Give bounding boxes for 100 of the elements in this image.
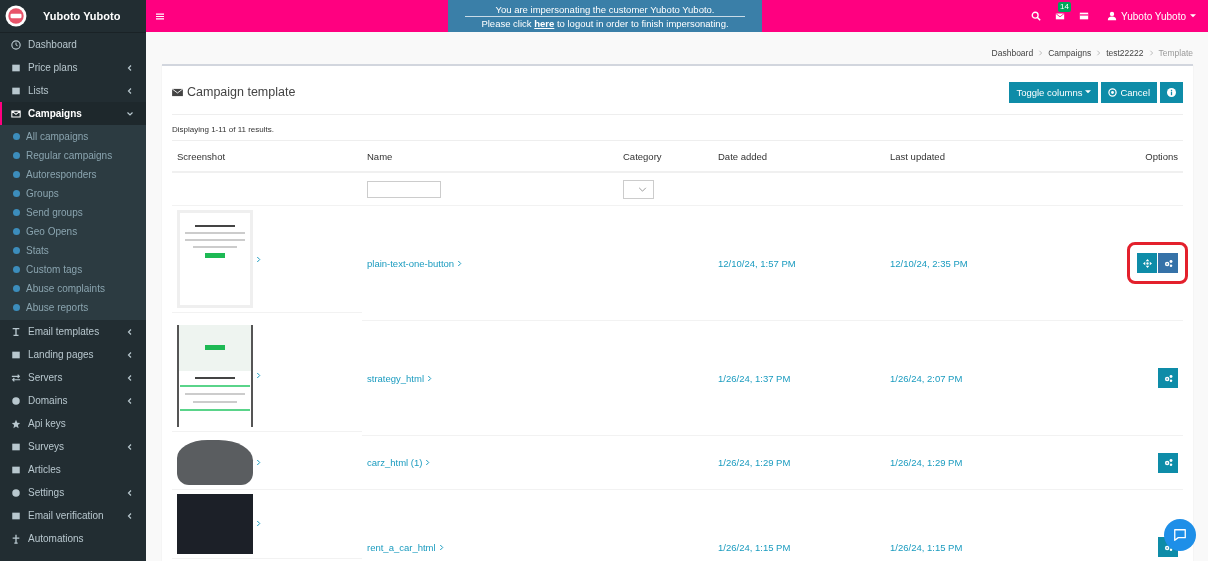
menu-icon[interactable]	[156, 12, 164, 20]
user-menu[interactable]: Yuboto Yuboto	[1107, 10, 1196, 22]
info-button[interactable]	[1160, 81, 1183, 103]
dot-icon	[13, 209, 20, 216]
sidebar-item[interactable]: Settings	[0, 481, 146, 504]
submenu-item[interactable]: Send groups	[0, 203, 146, 222]
template-name-link[interactable]: plain-text-one-button	[367, 257, 455, 269]
template-name-link[interactable]: carz_html (1)	[367, 457, 423, 468]
sidebar-item[interactable]: Landing pages	[0, 343, 146, 366]
sidebar-item[interactable]: Lists	[0, 79, 146, 102]
envelope-icon	[172, 87, 183, 97]
chevron-right-icon	[427, 374, 433, 382]
submenu-item[interactable]: Custom tags	[0, 260, 146, 279]
last-updated: 1/26/24, 1:29 PM	[890, 457, 963, 468]
chevron-right-icon	[1096, 50, 1102, 56]
dashboard-icon	[11, 39, 21, 50]
notification-badge: 14	[1058, 2, 1071, 12]
caret-icon	[1085, 90, 1092, 94]
dot-icon	[13, 228, 20, 235]
breadcrumb-item[interactable]: Dashboard	[991, 48, 1034, 58]
sidebar-item[interactable]: Automations	[0, 527, 146, 550]
breadcrumb-item[interactable]: test22222	[1106, 48, 1144, 58]
settings-button[interactable]	[1158, 253, 1178, 273]
gears-icon	[1163, 373, 1173, 383]
sidebar-item[interactable]: Domains	[0, 389, 146, 412]
settings-button[interactable]	[1158, 368, 1178, 388]
template-name-link[interactable]: rent_a_car_html	[367, 541, 436, 553]
cancel-button[interactable]: Cancel	[1101, 81, 1157, 103]
sidebar-item[interactable]: Articles	[0, 458, 146, 481]
dot-icon	[13, 171, 20, 178]
chat-icon	[1173, 528, 1187, 542]
star-icon	[11, 418, 21, 429]
submenu-item[interactable]: Regular campaigns	[0, 146, 146, 165]
name-filter-field[interactable]	[367, 180, 441, 198]
dot-icon	[13, 133, 20, 140]
dot-icon	[13, 266, 20, 273]
logout-notice: Please click here to logout in order to finish impersonating.	[481, 16, 729, 29]
toggle-columns-button[interactable]: Toggle columns	[1009, 81, 1099, 103]
dot-icon	[13, 152, 20, 159]
submenu-item[interactable]: All campaigns	[0, 127, 146, 146]
column-header: Category	[618, 141, 713, 172]
dot-icon	[13, 247, 20, 254]
search-icon[interactable]	[1031, 11, 1042, 21]
last-updated: 1/26/24, 1:15 PM	[890, 541, 963, 553]
sidebar-item[interactable]: Dashboard	[0, 33, 146, 56]
text-cursor-icon	[11, 326, 21, 337]
sidebar-item[interactable]: Servers	[0, 366, 146, 389]
chevron-down-icon	[638, 186, 647, 192]
chevron-right-icon	[1038, 50, 1044, 56]
chevron-right-icon[interactable]	[256, 255, 261, 263]
envelope-icon	[11, 108, 21, 119]
results-summary: Displaying 1-11 of 11 results.	[172, 115, 1183, 141]
chevron-right-icon	[438, 543, 444, 551]
dot-icon	[13, 304, 20, 311]
dot-icon	[13, 285, 20, 292]
date-added: 1/26/24, 1:37 PM	[718, 372, 791, 384]
chevron-right-icon[interactable]	[256, 458, 261, 466]
chevron-right-icon[interactable]	[256, 372, 261, 379]
gears-icon	[1163, 458, 1173, 467]
sidebar-item[interactable]: Api keys	[0, 412, 146, 435]
logo-icon	[5, 5, 27, 27]
settings-button[interactable]	[1158, 452, 1178, 473]
last-updated: 12/10/24, 2:35 PM	[890, 257, 968, 269]
date-added: 1/26/24, 1:15 PM	[718, 541, 791, 553]
chevron-right-icon[interactable]	[256, 520, 261, 527]
breadcrumb-item: Template	[1158, 48, 1193, 58]
column-header: Last updated	[885, 141, 1061, 172]
template-name-link[interactable]: strategy_html	[367, 372, 425, 384]
sidebar-item[interactable]: Email verification	[0, 504, 146, 527]
dot-icon	[13, 190, 20, 197]
preview-button[interactable]	[1137, 253, 1157, 273]
date-added: 1/26/24, 1:29 PM	[718, 457, 791, 468]
move-icon	[1142, 258, 1152, 268]
column-header: Options	[1060, 141, 1183, 172]
column-header: Screenshot	[172, 141, 362, 172]
card-title: Campaign template	[187, 85, 296, 99]
submenu-item[interactable]: Groups	[0, 184, 146, 203]
column-header: Name	[362, 141, 618, 172]
sidebar-item[interactable]: Surveys	[0, 435, 146, 458]
date-added: 12/10/24, 1:57 PM	[718, 257, 796, 269]
brand-name: Yuboto Yuboto	[43, 10, 121, 22]
impersonation-notice: You are impersonating the customer Yuboto Yuboto.	[465, 3, 745, 17]
submenu-item[interactable]: Geo Opens	[0, 222, 146, 241]
submenu-item[interactable]: Stats	[0, 241, 146, 260]
last-updated: 1/26/24, 2:07 PM	[890, 372, 963, 384]
envelope-icon[interactable]	[1055, 11, 1066, 21]
chevron-right-icon	[457, 259, 463, 267]
caret-icon	[1190, 14, 1196, 18]
sidebar-item[interactable]: Email templates	[0, 320, 146, 343]
submenu-item[interactable]: Autoresponders	[0, 165, 146, 184]
submenu-item[interactable]: Abuse reports	[0, 298, 146, 317]
breadcrumb-item[interactable]: Campaigns	[1048, 48, 1092, 58]
submenu-item[interactable]: Abuse complaints	[0, 279, 146, 298]
cancel-icon	[1108, 87, 1118, 97]
sidebar-item[interactable]: Price plans	[0, 56, 146, 79]
info-icon	[1167, 87, 1176, 97]
gears-icon	[1163, 258, 1173, 268]
sidebar-item[interactable]: Campaigns	[0, 102, 146, 125]
logout-link[interactable]: here	[534, 17, 555, 29]
column-header: Date added	[713, 141, 885, 172]
